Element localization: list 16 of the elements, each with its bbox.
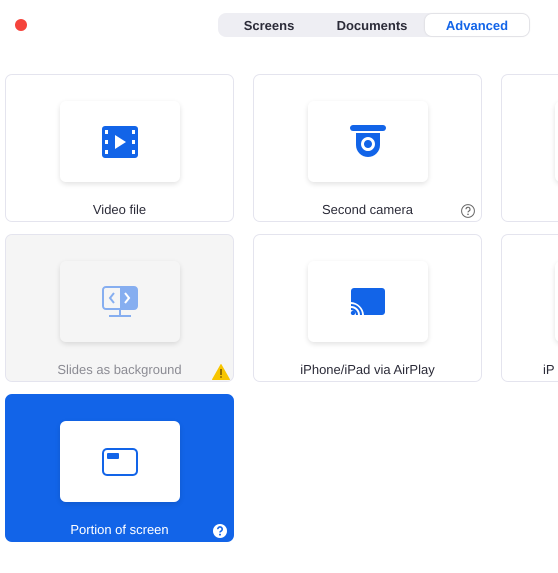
tab[interactable]: Advanced [425, 14, 529, 36]
window-icon [102, 448, 138, 476]
cast-icon [350, 288, 386, 315]
film-icon [102, 126, 138, 158]
security-camera-icon [350, 124, 386, 158]
close-window-button[interactable] [15, 19, 27, 31]
help-icon[interactable] [461, 204, 475, 218]
share-option-card[interactable]: Portion of screen [5, 394, 234, 542]
tab[interactable]: Screens [219, 14, 319, 36]
help-icon[interactable] [213, 524, 227, 538]
share-option-card[interactable]: iP [501, 234, 558, 382]
share-option-card[interactable]: iPhone/iPad via AirPlay [253, 234, 482, 382]
share-option-card[interactable]: Second camera [253, 74, 482, 222]
tab[interactable]: Documents [319, 14, 425, 36]
share-option-card[interactable]: Video file [5, 74, 234, 222]
monitor-arrows-icon [102, 286, 138, 318]
